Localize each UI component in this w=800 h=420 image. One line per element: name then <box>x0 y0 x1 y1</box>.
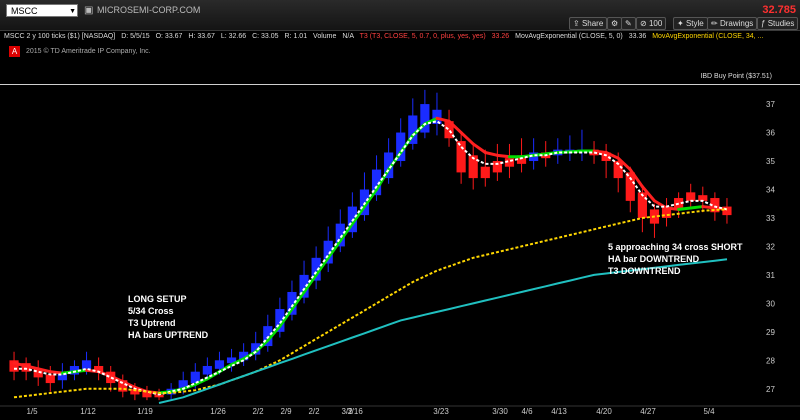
studies-icon: ƒ <box>761 19 766 28</box>
chart-toolbar: MSCC ▼ ▣ MICROSEMI-CORP.COM 32.785 ⇪ Sha… <box>0 0 800 31</box>
style-icon: ✦ <box>677 19 684 28</box>
company-name: MICROSEMI-CORP.COM <box>97 5 201 15</box>
annotation-line: HA bars UPTREND <box>128 330 209 340</box>
long-setup-annotation: LONG SETUP 5/34 Cross T3 Uptrend HA bars… <box>128 293 208 341</box>
candle-body <box>686 192 696 201</box>
x-axis-tick-label: 5/4 <box>703 407 715 416</box>
volume-label: Volume <box>313 33 337 40</box>
settings-button[interactable]: ⚙ <box>607 17 623 30</box>
annotation-line: LONG SETUP <box>128 294 187 304</box>
symbol-value: MSCC <box>11 6 38 16</box>
annotation-line: 5/34 Cross <box>128 306 174 316</box>
studies-button[interactable]: ƒ Studies <box>757 17 799 30</box>
candle-body <box>480 166 490 179</box>
annotation-line: T3 Uptrend <box>128 318 176 328</box>
pencil-icon: ✏ <box>711 19 718 28</box>
chart-header[interactable]: MSCC 2 y 100 ticks ($1) [NASDAQ] <box>4 33 115 40</box>
zoom-button[interactable]: ⊘ 100 <box>636 17 667 30</box>
zoom-icon: ⊘ <box>640 19 647 28</box>
ema34-study-label[interactable]: MovAvgExponential (CLOSE, 34, ... <box>652 33 763 40</box>
zoom-value: 100 <box>648 19 663 28</box>
x-axis-tick-label: 3/16 <box>347 407 363 416</box>
y-axis-tick-label: 37 <box>766 100 775 109</box>
x-axis-tick-label: 4/6 <box>521 407 533 416</box>
candle-body <box>81 360 92 369</box>
x-axis-tick-label: 4/27 <box>640 407 656 416</box>
y-axis-tick-label: 36 <box>766 129 775 138</box>
x-axis-tick-label: 4/13 <box>551 407 567 416</box>
ohlc-low: L: 32.66 <box>220 33 247 40</box>
x-axis-tick-label: 3/23 <box>433 407 449 416</box>
t3-study-value: 33.26 <box>491 33 510 40</box>
buy-point-label: IBD Buy Point ($37.51) <box>700 73 772 80</box>
candle-body <box>202 365 212 375</box>
y-axis-tick-label: 29 <box>766 328 775 337</box>
ema34-line <box>13 208 728 399</box>
study-legend: MSCC 2 y 100 ticks ($1) [NASDAQ] D: 5/5/… <box>0 31 800 43</box>
annotation-line: HA bar DOWNTREND <box>608 254 700 264</box>
x-axis-tick-label: 2/2 <box>252 407 264 416</box>
copyright-text: 2015 © TD Ameritrade IP Company, Inc. <box>26 48 151 55</box>
link-icon[interactable]: ▣ <box>84 5 93 16</box>
ohlc-high: H: 33.67 <box>188 33 215 40</box>
share-icon: ⇪ <box>573 19 580 28</box>
volume-value: N/A <box>342 33 354 40</box>
gear-icon: ⚙ <box>611 19 619 28</box>
y-axis-tick-label: 31 <box>766 271 775 280</box>
alert-badge[interactable]: A <box>9 46 20 57</box>
style-label: Style <box>685 19 704 28</box>
ohlc-close: C: 33.05 <box>252 33 279 40</box>
t3-line-segment <box>48 370 64 375</box>
t3-line-segment <box>677 206 693 211</box>
drawings-label: Drawings <box>719 19 754 28</box>
ohlc-range: R: 1.01 <box>284 33 308 40</box>
t3-line-segment <box>689 205 705 210</box>
wrench-button[interactable]: ✎ <box>621 17 636 30</box>
x-axis-tick-label: 1/19 <box>137 407 153 416</box>
t3-line-segment <box>701 205 717 210</box>
y-axis-tick-label: 33 <box>766 214 775 223</box>
share-button[interactable]: ⇪ Share <box>569 17 608 30</box>
t3-study-label[interactable]: T3 (T3, CLOSE, 5, 0.7, 0, plus, yes, yes… <box>360 33 486 40</box>
annotation-line: T3 DOWNTREND <box>608 266 681 276</box>
candle-body <box>214 360 225 369</box>
ema5-study-label[interactable]: MovAvgExponential (CLOSE, 5, 0) <box>515 33 623 40</box>
last-price: 32.785 <box>762 4 796 16</box>
annotation-line: 5 approaching 34 cross SHORT <box>608 242 743 252</box>
symbol-input[interactable]: MSCC ▼ <box>6 4 78 17</box>
y-axis-tick-label: 34 <box>766 185 775 194</box>
y-axis-tick-label: 28 <box>766 356 775 365</box>
x-axis-tick-label: 4/20 <box>596 407 612 416</box>
x-axis-tick-label: 3/30 <box>492 407 508 416</box>
y-axis-tick-label: 35 <box>766 157 775 166</box>
ohlc-open: O: 33.67 <box>155 33 183 40</box>
x-axis-tick-label: 1/5 <box>26 407 38 416</box>
wrench-icon: ✎ <box>625 19 632 28</box>
y-axis-tick-label: 27 <box>766 385 775 394</box>
x-axis-tick-label: 1/26 <box>210 407 226 416</box>
y-axis-tick-label: 32 <box>766 242 775 251</box>
short-setup-annotation: 5 approaching 34 cross SHORT HA bar DOWN… <box>608 241 743 277</box>
t3-line-segment <box>471 142 487 154</box>
x-axis-tick-label: 1/12 <box>80 407 96 416</box>
chevron-down-icon[interactable]: ▼ <box>69 5 76 18</box>
x-axis-tick-label: 2/2 <box>308 407 320 416</box>
studies-label: Studies <box>767 19 795 28</box>
sma-line <box>158 258 728 404</box>
candle-body <box>45 374 55 384</box>
ohlc-date: D: 5/5/15 <box>121 33 150 40</box>
t3-line-segment <box>483 150 499 157</box>
t3-line-segment <box>665 206 681 211</box>
share-label: Share <box>581 19 604 28</box>
x-axis-tick-label: 2/9 <box>280 407 292 416</box>
y-axis-tick-label: 30 <box>766 299 775 308</box>
t3-line-segment <box>495 153 511 159</box>
ema5-study-value: 33.36 <box>628 33 647 40</box>
drawings-button[interactable]: ✏ Drawings <box>707 17 758 30</box>
candle-body <box>456 141 466 173</box>
style-button[interactable]: ✦ Style <box>673 17 708 30</box>
